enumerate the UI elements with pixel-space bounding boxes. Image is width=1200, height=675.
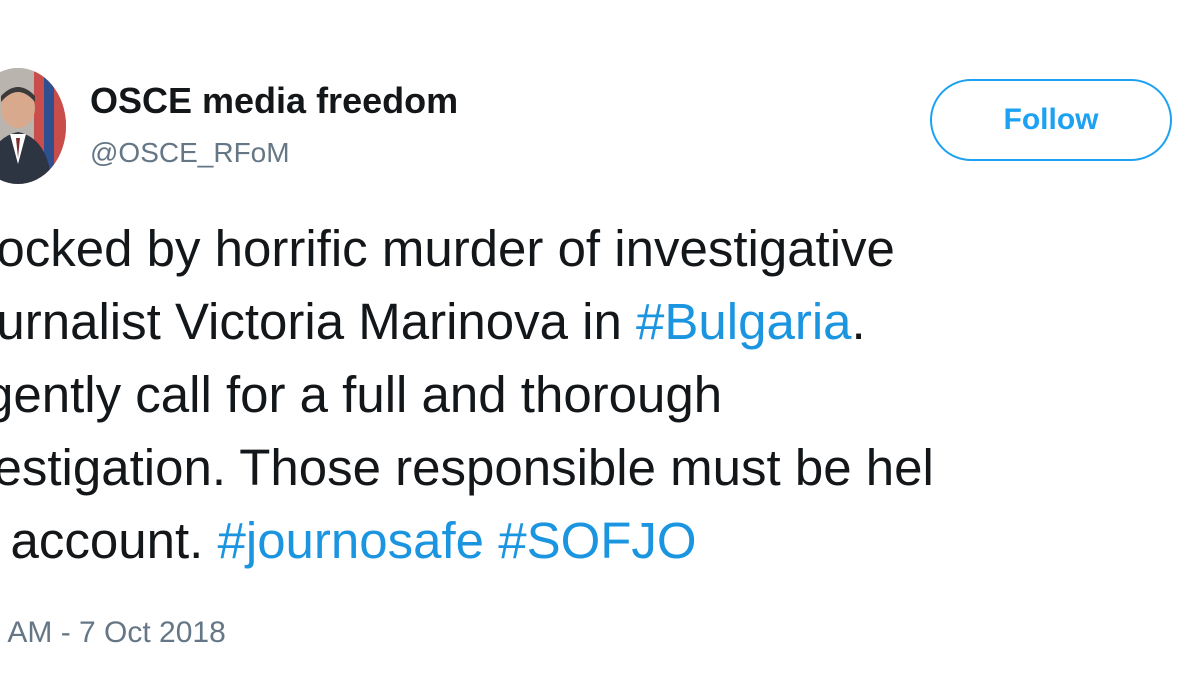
tweet-text-line: ournalist Victoria Marinova in #Bulgaria…	[0, 285, 934, 358]
author-avatar[interactable]	[0, 68, 66, 184]
hashtag-link-bulgaria[interactable]: #Bulgaria	[636, 293, 851, 350]
hashtag-link-journosafe[interactable]: #journosafe	[218, 512, 485, 569]
hashtag-link-sofjo[interactable]: #SOFJO	[498, 512, 696, 569]
tweet-text-segment: hocked by horrific murder of investigati…	[0, 220, 895, 277]
tweet-text-segment: o account.	[0, 512, 204, 569]
author-handle[interactable]: @OSCE_RFoM	[90, 136, 290, 170]
tweet-embed: OSCE media freedom @OSCE_RFoM Follow hoc…	[0, 0, 1200, 675]
tweet-text-segment	[484, 512, 498, 569]
tweet-timestamp[interactable]: 3 AM - 7 Oct 2018	[0, 614, 226, 652]
tweet-text: hocked by horrific murder of investigati…	[0, 212, 934, 577]
tweet-text-line: hocked by horrific murder of investigati…	[0, 212, 934, 285]
tweet-text-segment: vestigation. Those responsible must be h…	[0, 439, 934, 496]
author-photo-icon	[0, 68, 66, 184]
tweet-text-line: rgently call for a full and thorough	[0, 358, 934, 431]
tweet-text-line: o account. #journosafe #SOFJO	[0, 504, 934, 577]
tweet-text-line: vestigation. Those responsible must be h…	[0, 431, 934, 504]
author-display-name[interactable]: OSCE media freedom	[90, 79, 458, 123]
follow-button[interactable]: Follow	[930, 79, 1172, 161]
tweet-text-segment: .	[851, 293, 866, 350]
tweet-text-segment: rgently call for a full and thorough	[0, 366, 723, 423]
tweet-text-segment: ournalist Victoria Marinova in	[0, 293, 637, 350]
